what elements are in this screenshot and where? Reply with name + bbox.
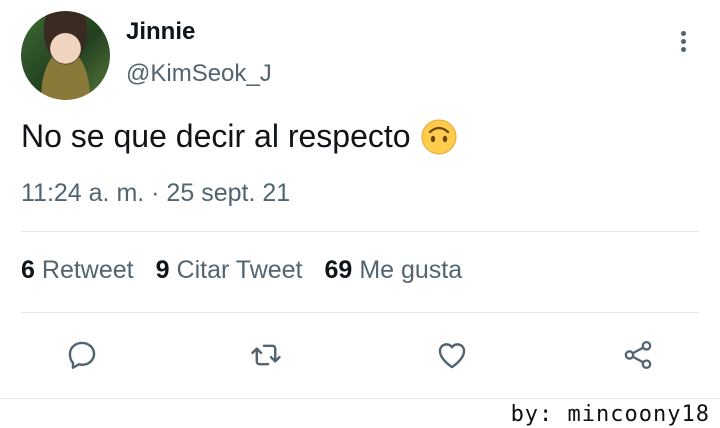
retweet-button[interactable]	[246, 333, 286, 377]
stat-count: 9	[155, 256, 170, 284]
reply-icon	[68, 341, 96, 369]
share-icon	[624, 340, 652, 370]
stat-label: Citar Tweet	[176, 256, 303, 284]
divider	[21, 231, 699, 232]
heart-icon	[438, 343, 466, 369]
stat-count: 69	[324, 256, 353, 284]
share-button[interactable]	[618, 333, 658, 377]
like-button[interactable]	[432, 333, 472, 377]
tweet-text: No se que decir al respecto	[21, 118, 457, 155]
stat-count: 6	[21, 256, 35, 284]
author-handle[interactable]: @KimSeok_J	[126, 60, 272, 88]
reply-button[interactable]	[62, 333, 102, 377]
retweet-icon	[251, 344, 281, 366]
tweet-timestamp[interactable]: 11:24 a. m. · 25 sept. 21	[21, 179, 290, 208]
stat-likes[interactable]: 69 Me gusta	[325, 256, 463, 285]
divider	[0, 398, 720, 399]
tweet-card: Jinnie @KimSeok_J No se que decir al res…	[0, 0, 720, 398]
action-bar	[0, 333, 720, 377]
watermark-text: by: mincoony18	[510, 402, 710, 427]
tweet-text-content: No se que decir al respecto	[21, 118, 411, 154]
tweet-stats: 6 Retweet 9 Citar Tweet 69 Me gusta	[21, 256, 462, 285]
stat-quote-tweets[interactable]: 9 Citar Tweet	[156, 256, 303, 285]
avatar[interactable]	[21, 11, 110, 100]
divider	[21, 312, 699, 313]
stat-label: Me gusta	[359, 256, 463, 284]
more-options-icon[interactable]	[668, 26, 698, 56]
author-name[interactable]: Jinnie	[126, 18, 195, 46]
stat-retweets[interactable]: 6 Retweet	[21, 256, 134, 285]
stat-label: Retweet	[41, 256, 134, 284]
upside-down-face-icon	[421, 119, 457, 154]
